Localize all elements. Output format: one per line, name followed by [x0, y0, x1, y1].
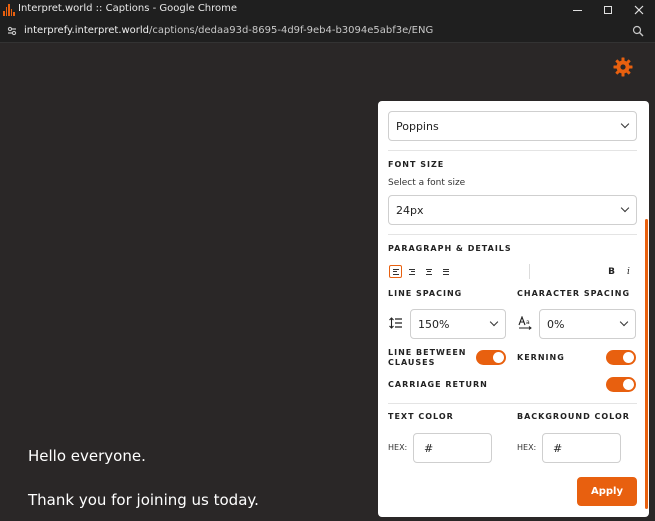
caption-line: Thank you for joining us today. [28, 491, 259, 509]
font-family-value: Poppins [396, 119, 439, 133]
section-divider [388, 150, 637, 151]
zoom-icon[interactable] [632, 25, 644, 37]
font-size-hint: Select a font size [388, 178, 466, 188]
kerning-toggle[interactable] [606, 350, 636, 365]
apply-button[interactable]: Apply [577, 477, 637, 506]
character-spacing-value: 0% [547, 317, 565, 331]
carriage-return-label: CARRIAGE RETURN [388, 380, 488, 389]
line-spacing-select[interactable]: 150% [410, 309, 506, 339]
paragraph-heading: PARAGRAPH & DETAILS [388, 244, 512, 253]
align-left-button[interactable] [389, 265, 402, 278]
interpret-app-icon [3, 4, 15, 16]
address-bar: interprefy.interpret.world/captions/deda… [0, 20, 655, 43]
font-size-select[interactable]: 24px [388, 195, 637, 225]
chevron-down-icon [620, 119, 630, 129]
character-spacing-heading: CHARACTER SPACING [517, 289, 631, 298]
text-color-heading: TEXT COLOR [388, 412, 454, 421]
chevron-down-icon [619, 317, 629, 327]
chevron-down-icon [620, 203, 630, 213]
font-size-value: 24px [396, 203, 424, 217]
line-between-clauses-toggle[interactable] [476, 350, 506, 365]
align-right-button[interactable] [406, 265, 419, 278]
site-info-icon[interactable] [6, 25, 18, 37]
character-spacing-icon: a [518, 316, 532, 330]
maximize-button[interactable] [593, 0, 623, 20]
url-host: interprefy.interpret.world [24, 25, 150, 36]
line-spacing-value: 150% [418, 317, 450, 331]
caption-settings-panel: Poppins FONT SIZE Select a font size 24p… [378, 101, 649, 517]
settings-gear-icon[interactable] [613, 57, 633, 77]
text-color-hex-value: # [424, 441, 434, 455]
close-icon [634, 5, 644, 15]
background-color-hex-label: HEX: [517, 443, 537, 452]
minimize-icon [572, 9, 582, 11]
minimize-button[interactable] [562, 0, 592, 20]
url-field[interactable]: interprefy.interpret.world/captions/deda… [24, 25, 433, 36]
maximize-icon [604, 6, 612, 14]
close-button[interactable] [624, 0, 654, 20]
italic-button[interactable]: i [622, 265, 635, 278]
kerning-label: KERNING [517, 353, 565, 362]
font-family-select[interactable]: Poppins [388, 111, 637, 141]
background-color-hex-input[interactable]: # [542, 433, 621, 463]
window-title: Interpret.world :: Captions - Google Chr… [18, 3, 238, 14]
font-size-heading: FONT SIZE [388, 160, 445, 169]
svg-text:a: a [526, 319, 530, 326]
text-color-hex-input[interactable]: # [413, 433, 492, 463]
chevron-down-icon [489, 317, 499, 327]
line-between-clauses-label: LINE BETWEEN CLAUSES [388, 348, 467, 367]
line-spacing-icon [389, 317, 402, 329]
align-justify-button[interactable] [440, 265, 453, 278]
section-divider [388, 234, 637, 235]
url-path: /captions/dedaa93d-8695-4d9f-9eb4-b3094e… [149, 25, 434, 36]
line-spacing-heading: LINE SPACING [388, 289, 463, 298]
background-color-heading: BACKGROUND COLOR [517, 412, 630, 421]
toolbar-separator [529, 264, 530, 279]
window-title-bar: Interpret.world :: Captions - Google Chr… [0, 0, 655, 20]
background-color-hex-value: # [553, 441, 563, 455]
character-spacing-select[interactable]: 0% [539, 309, 636, 339]
section-divider [388, 403, 637, 404]
caption-line: Hello everyone. [28, 447, 146, 465]
panel-scrollbar[interactable] [645, 219, 648, 509]
bold-button[interactable]: B [605, 265, 618, 278]
text-color-hex-label: HEX: [388, 443, 408, 452]
align-center-button[interactable] [423, 265, 436, 278]
carriage-return-toggle[interactable] [606, 377, 636, 392]
